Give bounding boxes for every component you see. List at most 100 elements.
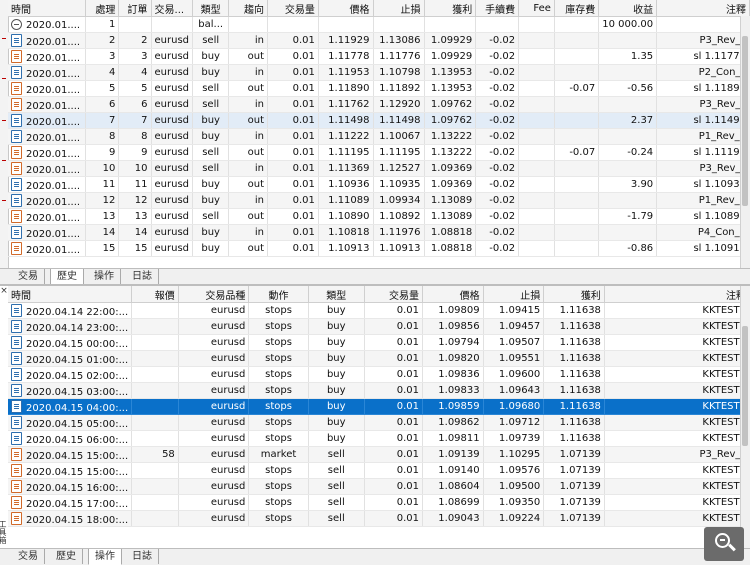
history-cell-sl: 1.11498 <box>373 112 425 129</box>
orders-column-header[interactable]: 動作 <box>248 286 309 303</box>
orders-column-header[interactable]: 報價 <box>131 286 179 303</box>
orders-cell-sl: 1.09507 <box>483 334 545 351</box>
history-column-header[interactable]: 訂單 <box>118 0 152 17</box>
orders-column-header[interactable]: 獲利 <box>543 286 605 303</box>
history-column-header[interactable]: 交易量 <box>267 0 319 17</box>
orders-cell-time: 2020.04.14 23:00:... <box>8 318 133 335</box>
orders-cell-ticket <box>131 414 179 431</box>
orders-column-header[interactable]: 價格 <box>422 286 484 303</box>
history-cell-order: 14 <box>118 224 152 241</box>
history-row[interactable]: 2020.01.... 10 10 eurusd sell in 0.01 1.11369 1.… <box>8 160 750 177</box>
orders-column-header[interactable]: 交易量 <box>364 286 424 303</box>
orders-row[interactable]: 2020.04.15 04:00:... eurusd stops buy 0.01 1.… <box>8 398 750 415</box>
history-row[interactable]: 2020.01.... 13 13 eurusd sell out 0.01 1.10890 1… <box>8 208 750 225</box>
history-tab-1[interactable]: 歷史 <box>50 269 84 285</box>
history-row[interactable]: 2020.01.... 11 11 eurusd buy out 0.01 1.10936 1.… <box>8 176 750 193</box>
history-row[interactable]: 2020.01.... 3 3 eurusd buy out 0.01 1.11778 1.11… <box>8 48 750 65</box>
history-row[interactable]: 2020.01.... 1 bal... 10 000.00 <box>8 16 750 33</box>
history-cell-commission: -0.02 <box>475 160 520 177</box>
orders-row[interactable]: 2020.04.15 06:00:... eurusd stops buy 0.01 1.… <box>8 430 750 447</box>
history-cell-type: sell <box>192 208 230 225</box>
history-cell-direction: out <box>228 208 268 225</box>
orders-tab-1[interactable]: 歷史 <box>50 549 83 564</box>
history-column-header[interactable]: 注釋 <box>656 0 750 17</box>
orders-row[interactable]: 2020.04.15 16:00:... eurusd stops sell 0.01 1… <box>8 478 750 495</box>
history-cell-deal: 8 <box>85 128 120 145</box>
history-column-header[interactable]: Fee <box>518 0 555 17</box>
history-row[interactable]: 2020.01.... 14 14 eurusd buy in 0.01 1.10818 1.1… <box>8 224 750 241</box>
orders-scrollbar[interactable] <box>740 286 750 548</box>
orders-column-header[interactable]: 類型 <box>308 286 365 303</box>
history-row[interactable]: 2020.01.... 9 9 eurusd sell out 0.01 1.11195 1.1… <box>8 144 750 161</box>
history-cell-symbol: eurusd <box>151 192 194 209</box>
history-tab-2[interactable]: 操作 <box>88 269 121 284</box>
orders-column-header[interactable]: 止損 <box>483 286 545 303</box>
orders-row[interactable]: 2020.04.15 00:00:... eurusd stops buy 0.01 1.… <box>8 334 750 351</box>
history-column-header[interactable]: 價格 <box>318 0 374 17</box>
history-cell-swap <box>554 32 600 49</box>
orders-cell-ticket <box>131 398 179 415</box>
history-cell-order: 5 <box>118 80 152 97</box>
history-cell-price: 1.11929 <box>318 32 374 49</box>
history-scroll-thumb[interactable] <box>742 36 748 206</box>
orders-scroll-thumb[interactable] <box>742 326 748 446</box>
history-column-header[interactable]: 類型 <box>192 0 230 17</box>
history-column-header[interactable]: 庫存費 <box>554 0 600 17</box>
history-cell-volume: 0.01 <box>267 48 319 65</box>
orders-tab-3[interactable]: 日誌 <box>126 549 159 564</box>
history-column-header[interactable]: 止損 <box>373 0 425 17</box>
orders-row[interactable]: 2020.04.14 22:00:... eurusd stops buy 0.01 1.… <box>8 302 750 319</box>
orders-row[interactable]: 2020.04.15 18:00:... eurusd stops sell 0.01 1… <box>8 510 750 527</box>
history-cell-time: 2020.01.... <box>8 80 86 97</box>
orders-row[interactable]: 2020.04.15 03:00:... eurusd stops buy 0.01 1.… <box>8 382 750 399</box>
history-cell-direction: in <box>228 160 268 177</box>
history-cell-direction: in <box>228 128 268 145</box>
history-cell-price: 1.11762 <box>318 96 374 113</box>
history-row[interactable]: 2020.01.... 7 7 eurusd buy out 0.01 1.11498 1.11… <box>8 112 750 129</box>
orders-row[interactable]: 2020.04.14 23:00:... eurusd stops buy 0.01 1.… <box>8 318 750 335</box>
orders-row[interactable]: 2020.04.15 15:00:... eurusd stops sell 0.01 1… <box>8 462 750 479</box>
orders-cell-symbol: eurusd <box>178 302 250 319</box>
orders-column-header[interactable]: 交易品種 <box>178 286 250 303</box>
history-tab-3[interactable]: 日誌 <box>126 269 159 284</box>
history-column-header[interactable]: 處理 <box>85 0 120 17</box>
history-row[interactable]: 2020.01.... 4 4 eurusd buy in 0.01 1.11953 1.107… <box>8 64 750 81</box>
buy-deal-icon <box>11 129 22 143</box>
history-row[interactable]: 2020.01.... 2 2 eurusd sell in 0.01 1.11929 1.13… <box>8 32 750 49</box>
history-cell-fee <box>518 48 555 65</box>
orders-row[interactable]: 2020.04.15 15:00:... 58 eurusd market sell 0.… <box>8 446 750 463</box>
history-tab-0[interactable]: 交易 <box>12 269 45 284</box>
history-column-header[interactable]: 趨向 <box>228 0 268 17</box>
history-column-header[interactable]: 獲利 <box>424 0 477 17</box>
history-cell-comment: sl 1.10892 <box>656 208 750 225</box>
orders-column-header[interactable]: 注釋 <box>604 286 750 303</box>
history-row[interactable]: 2020.01.... 15 15 eurusd buy out 0.01 1.10913 1.… <box>8 240 750 257</box>
orders-time: 2020.04.15 17:00:... <box>26 498 129 510</box>
orders-row[interactable]: 2020.04.15 01:00:... eurusd stops buy 0.01 1.… <box>8 350 750 367</box>
history-cell-volume: 0.01 <box>267 240 319 257</box>
orders-row[interactable]: 2020.04.15 05:00:... eurusd stops buy 0.01 1.… <box>8 414 750 431</box>
orders-row[interactable]: 2020.04.15 02:00:... eurusd stops buy 0.01 1.… <box>8 366 750 383</box>
zoom-icon[interactable] <box>704 527 744 561</box>
orders-cell-type: buy <box>308 430 365 447</box>
history-column-header[interactable]: 時間 <box>8 0 86 17</box>
orders-column-header[interactable]: 時間 <box>8 286 133 303</box>
orders-cell-type: buy <box>308 414 365 431</box>
history-column-header[interactable]: 手續費 <box>475 0 520 17</box>
history-column-header[interactable]: 收益 <box>598 0 658 17</box>
orders-tab-0[interactable]: 交易 <box>12 549 45 564</box>
history-row[interactable]: 2020.01.... 8 8 eurusd buy in 0.01 1.11222 1.100… <box>8 128 750 145</box>
history-scrollbar[interactable] <box>740 16 750 268</box>
orders-cell-tp: 1.07139 <box>543 462 605 479</box>
history-cell-comment <box>656 16 750 33</box>
history-cell-fee <box>518 128 555 145</box>
history-row[interactable]: 2020.01.... 5 5 eurusd sell out 0.01 1.11890 1.1… <box>8 80 750 97</box>
orders-header-row: 時間 報價 交易品種 動作 類型 交易量 價格 止損 獲利 注釋 <box>8 286 750 303</box>
history-column-header[interactable]: 交易... <box>151 0 194 17</box>
orders-tab-2[interactable]: 操作 <box>88 549 122 565</box>
orders-cell-ticket <box>131 350 179 367</box>
orders-row[interactable]: 2020.04.15 17:00:... eurusd stops sell 0.01 1… <box>8 494 750 511</box>
history-row[interactable]: 2020.01.... 6 6 eurusd sell in 0.01 1.11762 1.12… <box>8 96 750 113</box>
history-cell-order: 7 <box>118 112 152 129</box>
history-row[interactable]: 2020.01.... 12 12 eurusd buy in 0.01 1.11089 1.0… <box>8 192 750 209</box>
